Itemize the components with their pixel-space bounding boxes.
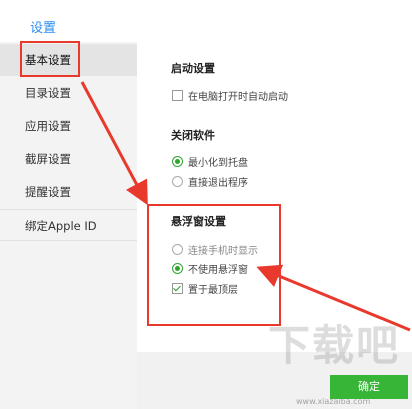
sidebar-item-apple-id[interactable]: 绑定Apple ID [0,209,137,241]
highlight-box-floating [147,204,281,326]
sidebar-item-apps[interactable]: 应用设置 [0,110,137,142]
sidebar: 基本设置 目录设置 应用设置 截屏设置 提醒设置 绑定Apple ID [0,42,137,409]
exit-program-label: 直接退出程序 [188,178,248,189]
auto-start-checkbox[interactable]: 在电脑打开时自动启动 [172,90,288,104]
sidebar-item-reminder[interactable]: 提醒设置 [0,176,137,208]
auto-start-label: 在电脑打开时自动启动 [188,92,288,103]
sidebar-item-screenshot[interactable]: 截屏设置 [0,143,137,175]
startup-section-title: 启动设置 [171,62,215,75]
radio-selected-icon [172,156,183,167]
confirm-button[interactable]: 确定 [330,375,408,399]
minimize-to-tray-label: 最小化到托盘 [188,158,248,169]
sidebar-item-directory[interactable]: 目录设置 [0,77,137,109]
highlight-box-sidebar [20,41,80,77]
exit-program-radio[interactable]: 直接退出程序 [172,176,248,190]
watermark-url: www.xiazaiba.com [296,397,371,406]
close-section-title: 关闭软件 [171,129,215,142]
watermark-logo: 下载吧 [268,321,401,370]
window-title: 设置 [30,21,57,36]
radio-icon [172,176,183,187]
checkbox-icon [172,90,183,101]
minimize-to-tray-radio[interactable]: 最小化到托盘 [172,156,248,170]
title-bar: 设置 [0,0,412,40]
